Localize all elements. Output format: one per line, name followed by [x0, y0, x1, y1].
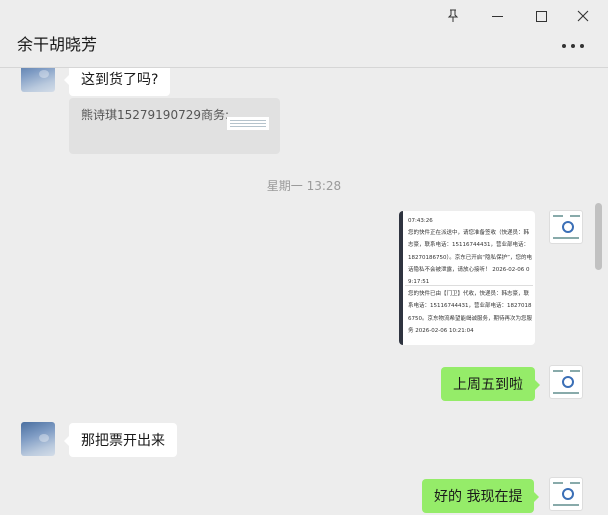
maximize-icon[interactable] — [529, 4, 553, 28]
minimize-icon[interactable] — [485, 4, 509, 28]
my-avatar[interactable] — [549, 365, 583, 399]
more-icon[interactable] — [562, 38, 584, 54]
contact-avatar[interactable] — [21, 68, 55, 92]
message-text: 那把票开出来 — [81, 433, 165, 449]
timestamp: 星期一 13:28 — [266, 179, 342, 193]
message-text: 上周五到啦 — [453, 377, 523, 393]
card-text: 熊诗琪15279190729商务: — [81, 108, 230, 122]
message-text: 这到货了吗? — [81, 72, 159, 88]
my-avatar[interactable] — [549, 210, 583, 244]
my-avatar[interactable] — [549, 477, 583, 511]
card-thumbnail — [227, 117, 269, 130]
message-text: 好的 我现在提 — [434, 489, 523, 505]
pin-icon[interactable] — [441, 4, 465, 28]
message-bubble[interactable]: 这到货了吗? — [63, 68, 171, 96]
contact-card-message[interactable]: 熊诗琪15279190729商务: — [69, 98, 280, 154]
message-list: 这到货了吗? 熊诗琪15279190729商务: 星期一 13:28 07:43… — [0, 68, 608, 515]
image-content: 07:43:26 您的快件正在派送中，请您准备签收（快递员：韩志豪，联系电话：1… — [408, 218, 532, 334]
message-bubble[interactable]: 好的 我现在提 — [422, 479, 540, 513]
message-bubble[interactable]: 那把票开出来 — [64, 423, 177, 457]
message-bubble[interactable]: 上周五到啦 — [441, 367, 540, 401]
image-message[interactable]: 07:43:26 您的快件正在派送中，请您准备签收（快递员：韩志豪，联系电话：1… — [399, 211, 535, 345]
window-controls — [0, 0, 608, 32]
chat-window: 余干胡晓芳 这到货了吗? 熊诗琪15279190729商务: 星期一 13:28… — [0, 0, 608, 515]
contact-avatar[interactable] — [21, 422, 55, 456]
chat-title: 余干胡晓芳 — [17, 35, 98, 54]
scrollbar[interactable] — [595, 203, 602, 270]
close-icon[interactable] — [571, 4, 595, 28]
